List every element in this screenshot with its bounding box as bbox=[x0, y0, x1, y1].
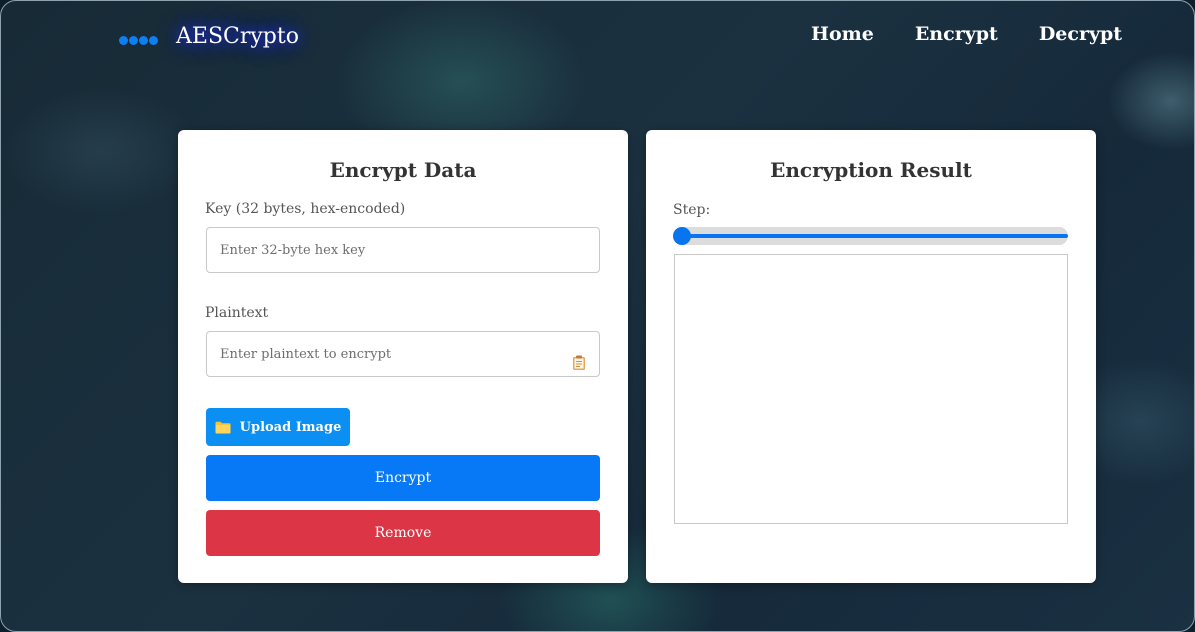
plaintext-label: Plaintext bbox=[205, 305, 269, 321]
result-card: Encryption Result Step: bbox=[646, 130, 1096, 583]
folder-icon bbox=[215, 421, 231, 434]
nav-links: Home Encrypt Decrypt bbox=[811, 23, 1163, 45]
dots-logo-icon bbox=[119, 35, 158, 45]
key-input[interactable] bbox=[206, 227, 600, 273]
nav-decrypt-link[interactable]: Decrypt bbox=[1039, 23, 1122, 45]
encrypt-card-title: Encrypt Data bbox=[329, 158, 477, 182]
plaintext-input[interactable] bbox=[206, 331, 600, 377]
encrypt-button[interactable]: Encrypt bbox=[206, 455, 600, 501]
brand-name: AESCrypto bbox=[176, 23, 299, 49]
app-background: AESCrypto Home Encrypt Decrypt Encrypt D… bbox=[0, 0, 1195, 632]
nav-home-link[interactable]: Home bbox=[811, 23, 874, 45]
slider-fill bbox=[681, 234, 1068, 238]
step-slider[interactable] bbox=[673, 227, 1068, 245]
result-card-title: Encryption Result bbox=[770, 158, 972, 182]
navbar: AESCrypto Home Encrypt Decrypt bbox=[1, 1, 1194, 71]
step-label: Step: bbox=[673, 202, 711, 218]
brand-logo[interactable]: AESCrypto bbox=[119, 21, 299, 51]
result-output[interactable] bbox=[674, 254, 1068, 524]
upload-image-label: Upload Image bbox=[239, 419, 342, 435]
upload-image-button[interactable]: Upload Image bbox=[206, 408, 350, 446]
nav-encrypt-link[interactable]: Encrypt bbox=[915, 23, 998, 45]
encrypt-card: Encrypt Data Key (32 bytes, hex-encoded)… bbox=[178, 130, 628, 583]
remove-button[interactable]: Remove bbox=[206, 510, 600, 556]
clipboard-icon[interactable] bbox=[572, 355, 586, 371]
slider-thumb[interactable] bbox=[673, 227, 691, 245]
key-label: Key (32 bytes, hex-encoded) bbox=[205, 201, 406, 217]
